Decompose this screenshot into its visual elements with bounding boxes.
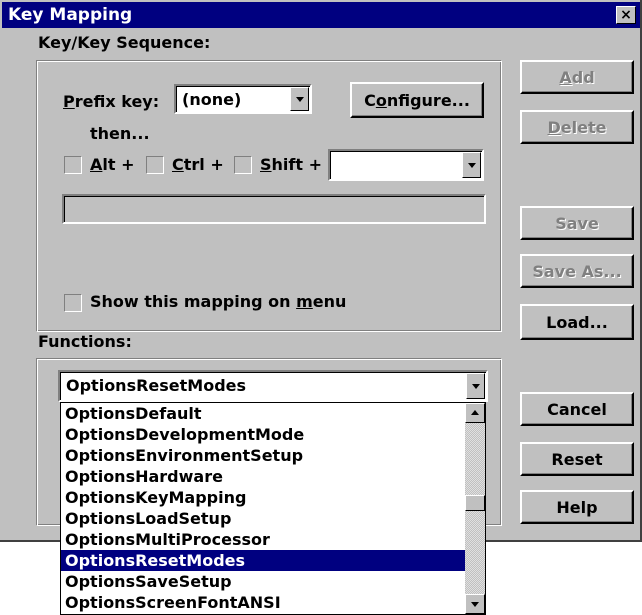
scroll-down-button[interactable] — [465, 594, 485, 614]
scroll-up-button[interactable] — [465, 403, 485, 423]
functions-list-item[interactable]: OptionsKeyMapping — [61, 487, 465, 508]
arrow-down-icon — [471, 602, 479, 607]
functions-list-item[interactable]: OptionsEnvironmentSetup — [61, 445, 465, 466]
then-label: then... — [90, 124, 150, 143]
title-bar[interactable]: Key Mapping × — [2, 2, 640, 28]
configure-label: Configure... — [364, 90, 470, 110]
functions-list-item[interactable]: OptionsDevelopmentMode — [61, 424, 465, 445]
window-title: Key Mapping — [8, 5, 133, 25]
functions-list-item[interactable]: OptionsLoadSetup — [61, 508, 465, 529]
reset-button[interactable]: Reset — [520, 442, 634, 476]
functions-group-label: Functions: — [38, 332, 132, 351]
delete-label: Delete — [547, 117, 607, 137]
prefix-key-combo[interactable]: (none) — [174, 84, 312, 114]
chevron-down-icon — [467, 163, 476, 168]
configure-button[interactable]: Configure... — [350, 82, 484, 118]
save-label: Save — [555, 213, 599, 233]
load-button[interactable]: Load... — [520, 304, 634, 340]
shift-checkbox[interactable] — [234, 156, 252, 174]
help-label: Help — [556, 497, 598, 517]
key-sequence-display — [62, 194, 486, 224]
alt-label: Alt + — [90, 155, 135, 174]
key-sequence-group-label: Key/Key Sequence: — [38, 33, 211, 52]
load-label: Load... — [546, 312, 608, 332]
functions-combo[interactable]: OptionsResetModes — [58, 370, 488, 402]
close-icon: × — [620, 7, 632, 23]
chevron-down-icon — [295, 97, 304, 102]
functions-list-scrollbar[interactable] — [465, 403, 485, 614]
functions-list-item[interactable]: OptionsMultiProcessor — [61, 529, 465, 550]
functions-list-item[interactable]: OptionsScreenFontANSI — [61, 592, 465, 613]
save-button[interactable]: Save — [520, 206, 634, 240]
help-button[interactable]: Help — [520, 490, 634, 524]
functions-list-items: OptionsDefault OptionsDevelopmentMode Opti… — [61, 403, 465, 613]
save-as-label: Save As... — [532, 261, 622, 281]
key-dropdown-button[interactable] — [462, 152, 481, 178]
functions-dropdown-list[interactable]: OptionsDefault OptionsDevelopmentMode Opti… — [60, 402, 486, 615]
functions-list-item[interactable]: OptionsResetModes — [61, 550, 465, 571]
arrow-up-icon — [471, 410, 479, 415]
prefix-key-label: Prefix key: — [63, 92, 160, 111]
add-label: Add — [559, 67, 595, 87]
functions-list-item[interactable]: OptionsSaveSetup — [61, 571, 465, 592]
functions-selected-value: OptionsResetModes — [66, 376, 247, 395]
cancel-label: Cancel — [547, 399, 607, 419]
alt-checkbox[interactable] — [64, 156, 82, 174]
add-button[interactable]: Add — [520, 60, 634, 94]
functions-list-item[interactable]: OptionsHardware — [61, 466, 465, 487]
reset-label: Reset — [551, 449, 603, 469]
prefix-key-dropdown-button[interactable] — [290, 87, 309, 111]
ctrl-label: Ctrl + — [172, 155, 224, 174]
scroll-thumb[interactable] — [465, 495, 485, 511]
functions-list-item[interactable]: OptionsDefault — [61, 403, 465, 424]
ctrl-checkbox[interactable] — [146, 156, 164, 174]
functions-dropdown-button[interactable] — [466, 373, 485, 399]
delete-button[interactable]: Delete — [520, 110, 634, 144]
key-combo[interactable] — [328, 149, 484, 181]
close-button[interactable]: × — [616, 6, 636, 24]
show-on-menu-label: Show this mapping on menu — [90, 292, 347, 311]
cancel-button[interactable]: Cancel — [520, 392, 634, 426]
save-as-button[interactable]: Save As... — [520, 254, 634, 288]
chevron-down-icon — [471, 384, 480, 389]
show-on-menu-checkbox[interactable] — [64, 294, 82, 312]
prefix-key-value: (none) — [182, 90, 242, 109]
shift-label: Shift + — [260, 155, 322, 174]
